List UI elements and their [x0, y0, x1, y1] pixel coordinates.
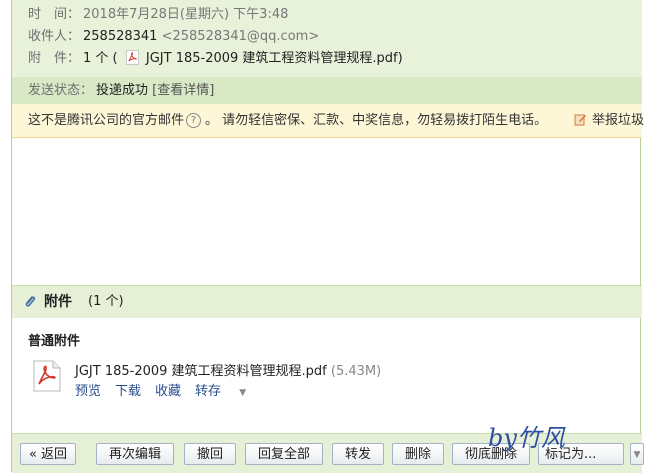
- recipient-name[interactable]: 258528341: [83, 29, 157, 44]
- recipient-row: 收件人： 258528341 <258528341@qq.com>: [28, 26, 319, 48]
- pdf-document-icon[interactable]: [33, 360, 61, 392]
- send-status-row: 发送状态： 投递成功 [查看详情]: [12, 77, 642, 104]
- edit-again-button[interactable]: 再次编辑: [96, 443, 174, 465]
- withdraw-button[interactable]: 撤回: [184, 443, 236, 465]
- attachment-actions: 预览 下载 收藏 转存 ▼: [75, 380, 260, 399]
- preview-link[interactable]: 预览: [75, 384, 101, 399]
- attachment-file-name[interactable]: JGJT 185-2009 建筑工程资料管理规程.pdf: [75, 364, 327, 379]
- chevron-down-icon: ▼: [239, 388, 247, 398]
- report-icon: [574, 114, 586, 126]
- help-icon[interactable]: ?: [186, 113, 202, 128]
- recipient-label: 收件人：: [28, 29, 81, 44]
- paperclip-icon: [25, 296, 36, 307]
- attachment-row: 附 件： 1 个 ( JGJT 185-2009 建筑工程资料管理规程.pdf): [28, 48, 403, 70]
- attachment-title: 附件: [44, 294, 72, 310]
- save-link[interactable]: 收藏: [155, 384, 181, 399]
- more-dropdown-button[interactable]: ▼: [630, 443, 644, 465]
- download-link[interactable]: 下载: [115, 384, 141, 399]
- attachment-title-count: (1 个): [88, 294, 124, 309]
- delete-button[interactable]: 删除: [392, 443, 444, 465]
- watermark-signature: by竹风: [488, 424, 565, 452]
- forward-save-link[interactable]: 转存 ▼: [195, 384, 260, 399]
- normal-attachment-heading: 普通附件: [28, 334, 81, 349]
- attachment-label: 附 件：: [28, 51, 81, 66]
- time-value: 2018年7月28日(星期六) 下午3:48: [83, 7, 289, 22]
- warning-text-b: 。 请勿轻信密保、汇款、中奖信息，勿轻易拨打陌生电话。: [205, 113, 548, 128]
- security-warning-bar: 这不是腾讯公司的官方邮件?。 请勿轻信密保、汇款、中奖信息，勿轻易拨打陌生电话。…: [12, 104, 644, 138]
- attachment-file-size: (5.43M): [330, 364, 382, 379]
- forward-save-label: 转存: [195, 384, 222, 399]
- attachment-header: 附件 (1 个): [12, 285, 642, 318]
- pdf-file-icon: [125, 50, 139, 65]
- reply-all-button[interactable]: 回复全部: [245, 443, 323, 465]
- attachment-file-row: JGJT 185-2009 建筑工程资料管理规程.pdf (5.43M): [75, 360, 381, 379]
- time-label: 时 间：: [28, 7, 81, 22]
- recipient-email: <258528341@qq.com>: [161, 29, 320, 44]
- warning-text-a: 这不是腾讯公司的官方邮件: [28, 113, 185, 128]
- status-detail-link[interactable]: [查看详情]: [152, 83, 214, 98]
- warning-text: 这不是腾讯公司的官方邮件?。 请勿轻信密保、汇款、中奖信息，勿轻易拨打陌生电话。: [28, 113, 547, 128]
- attachment-link[interactable]: JGJT 185-2009 建筑工程资料管理规程.pdf): [146, 51, 403, 66]
- time-row: 时 间： 2018年7月28日(星期六) 下午3:48: [28, 4, 288, 26]
- report-label: 举报垃圾: [592, 113, 645, 128]
- status-label: 发送状态：: [28, 83, 94, 98]
- report-spam-link[interactable]: 举报垃圾: [574, 104, 644, 137]
- status-value: 投递成功: [96, 83, 149, 98]
- forward-button[interactable]: 转发: [332, 443, 384, 465]
- back-button[interactable]: « 返回: [20, 443, 76, 465]
- chevron-down-icon: ▼: [633, 450, 641, 460]
- attachment-count: 1 个 (: [83, 51, 118, 66]
